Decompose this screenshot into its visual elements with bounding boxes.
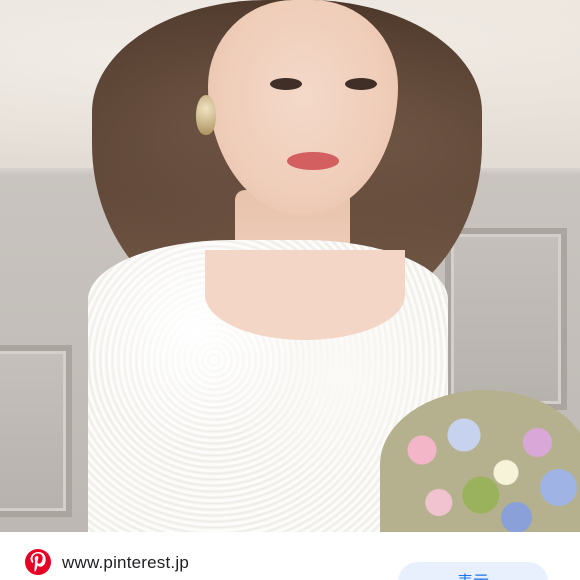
earring [196, 95, 216, 135]
view-button-label: 表示 [457, 568, 489, 580]
view-button[interactable]: 表示 [398, 562, 548, 580]
image-viewer: www.pinterest.jp 表示 [0, 0, 580, 580]
pinterest-icon[interactable] [25, 549, 51, 575]
lips [287, 152, 339, 170]
source-url[interactable]: www.pinterest.jp [62, 553, 189, 573]
right-moulding [445, 228, 567, 410]
pinterest-p-glyph [30, 552, 46, 572]
neckline [205, 250, 405, 340]
left-eye [270, 78, 302, 90]
left-moulding [0, 345, 72, 517]
flower-bouquet [380, 390, 580, 532]
right-eye [345, 78, 377, 90]
bride-photo[interactable] [0, 0, 580, 532]
